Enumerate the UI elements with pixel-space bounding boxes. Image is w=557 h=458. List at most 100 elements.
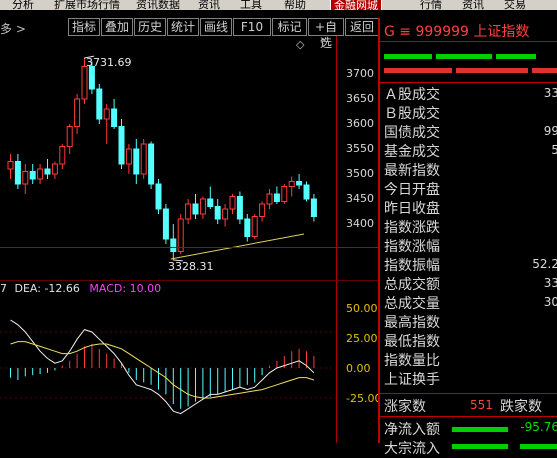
stat-value: 99	[543, 124, 557, 138]
back-button[interactable]: 返回	[345, 18, 379, 36]
candle-body	[118, 126, 125, 165]
overlay-button[interactable]: 叠加	[101, 18, 133, 36]
stat-label: Ｂ股成交	[384, 106, 440, 122]
price-tick: 3500	[346, 167, 374, 180]
low-price-label: 3328.31	[168, 260, 214, 273]
toolbar-left-label[interactable]: 多 >	[0, 20, 26, 37]
indicator-button[interactable]: 指标	[68, 18, 100, 36]
menu-news[interactable]: 资讯	[462, 0, 484, 10]
candle-body	[140, 143, 147, 175]
candle-body	[103, 108, 110, 120]
axis-separator	[336, 36, 337, 443]
f10-button[interactable]: F10	[233, 18, 271, 36]
top-menu-bar: 分析 扩展市场行情 资讯数据 资讯 工具 帮助 金融网城 行情 资讯 交易	[0, 0, 557, 10]
panel-divider	[380, 41, 557, 42]
mark-button[interactable]: 标记	[272, 18, 307, 36]
stat-value: 30	[543, 295, 557, 309]
block-inflow-bar	[520, 444, 557, 449]
sentiment-bar-green	[384, 54, 432, 59]
dea-value: DEA: -12.66	[14, 282, 80, 295]
net-inflow-bar	[452, 427, 508, 432]
dea-line	[10, 341, 315, 399]
candle-body	[125, 148, 132, 165]
macd-value: MACD: 10.00	[89, 282, 162, 295]
stat-label: Ａ股成交	[384, 87, 440, 103]
candle-body	[259, 203, 266, 217]
candle-body	[7, 161, 14, 170]
net-inflow-value: -95.76	[520, 420, 557, 434]
candle-body	[155, 183, 162, 210]
candle-body	[29, 171, 36, 180]
panel-divider	[380, 416, 557, 417]
candle-body	[185, 203, 192, 220]
candle-body	[281, 186, 288, 202]
brand-button[interactable]: 金融网城	[330, 0, 382, 10]
draw-line-button[interactable]: 画线	[200, 18, 232, 36]
candle-body	[111, 108, 118, 127]
candle-body	[162, 208, 169, 240]
candle-body	[310, 198, 317, 217]
chart-pane-divider	[0, 247, 378, 248]
price-tick: 3400	[346, 217, 374, 230]
index-title: G ≡ 999999 上证指数	[384, 24, 530, 40]
candle-body	[96, 88, 103, 120]
stat-label: 今日开盘	[384, 182, 440, 198]
menu-trade[interactable]: 交易	[504, 0, 526, 10]
stat-label: 指数涨幅	[384, 239, 440, 255]
net-inflow-label: 净流入额	[384, 422, 440, 438]
candle-body	[51, 163, 58, 175]
block-inflow-label: 大宗流入	[384, 441, 440, 457]
menu-help[interactable]: 帮助	[284, 0, 306, 10]
candle-body	[207, 198, 214, 207]
add-favorite-button[interactable]: +自选	[308, 18, 344, 50]
menu-quotes[interactable]: 行情	[420, 0, 442, 10]
candle-body	[214, 206, 221, 220]
up-count-label: 涨家数	[384, 399, 426, 415]
stat-label: 指数量比	[384, 353, 440, 369]
panel-divider	[380, 393, 557, 394]
sentiment-bar-green	[436, 54, 492, 59]
history-button[interactable]: 历史	[134, 18, 166, 36]
sentiment-bar-red	[456, 68, 528, 73]
macd-top-line	[0, 280, 378, 281]
menu-extended-market[interactable]: 扩展市场行情	[54, 0, 120, 10]
candle-body	[266, 193, 273, 205]
stat-label: 昨日收盘	[384, 201, 440, 217]
statistics-button[interactable]: 统计	[167, 18, 199, 36]
stat-label: 国债成交	[384, 125, 440, 141]
candle-body	[199, 198, 206, 215]
menu-tools[interactable]: 工具	[240, 0, 262, 10]
candle-body	[59, 146, 66, 165]
candle-body	[133, 148, 140, 175]
price-tick: 3550	[346, 142, 374, 155]
candle-body	[22, 171, 29, 185]
stat-label: 最低指数	[384, 334, 440, 350]
dif-line	[10, 319, 315, 415]
menu-info[interactable]: 资讯	[198, 0, 220, 10]
kline-chart-area[interactable]: ◇ ⇡ 3700 3650 3600 3550 3500 3450 3400 3…	[0, 36, 382, 443]
sentiment-bar-red	[384, 68, 452, 73]
sentiment-bar-red	[532, 68, 557, 73]
sentiment-bar-green	[496, 54, 536, 59]
stat-label: 最高指数	[384, 315, 440, 331]
candle-body	[88, 66, 95, 90]
stat-value: 33	[543, 86, 557, 100]
macd-header: 7 DEA: -12.66 MACD: 10.00	[0, 282, 161, 295]
stat-value: 52.2	[532, 257, 557, 271]
candle-body	[192, 203, 199, 215]
up-count-value: 551	[470, 398, 493, 412]
stat-label: 上证换手	[384, 372, 440, 388]
candle-body	[229, 196, 236, 210]
candle-body	[74, 98, 81, 127]
menu-info-data[interactable]: 资讯数据	[136, 0, 180, 10]
macd-tick: -25.00	[346, 392, 382, 405]
stat-label: 指数振幅	[384, 258, 440, 274]
stat-label: 指数涨跌	[384, 220, 440, 236]
price-tick: 3450	[346, 192, 374, 205]
stat-value: 33	[543, 276, 557, 290]
stat-label: 基金成交	[384, 144, 440, 160]
panel-divider	[380, 82, 557, 83]
price-and-macd-plot[interactable]	[0, 36, 336, 443]
candle-body	[236, 196, 243, 220]
menu-analysis[interactable]: 分析	[12, 0, 34, 10]
